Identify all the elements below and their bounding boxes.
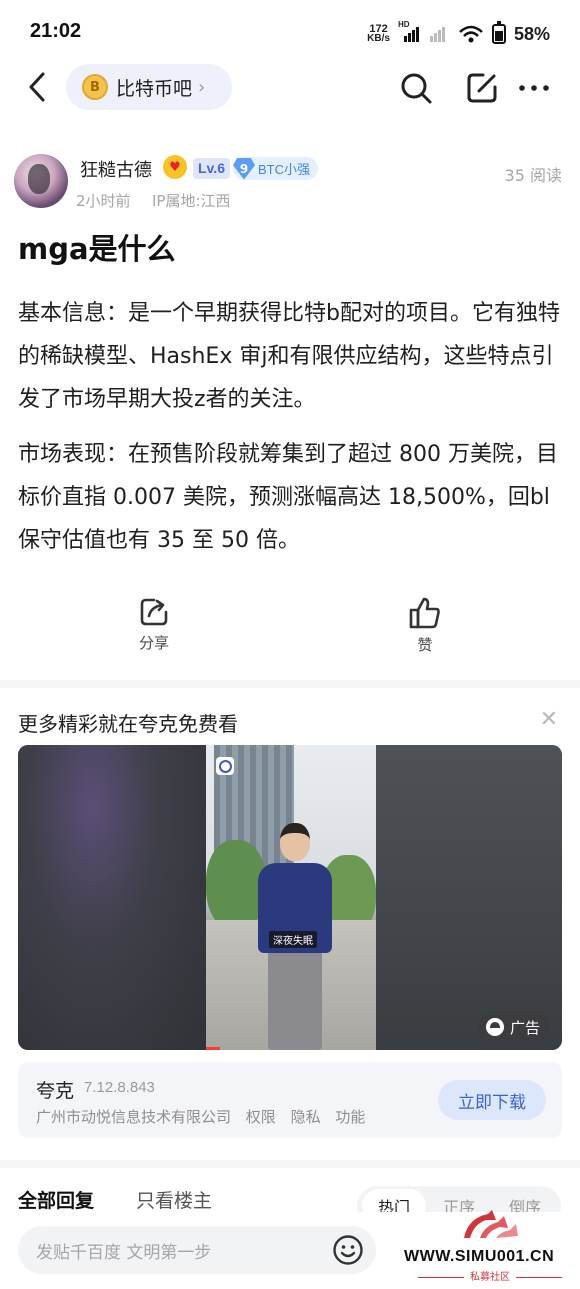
app-developer: 广州市动悦信息技术有限公司	[36, 1108, 232, 1126]
bitcoin-coin-icon: B	[82, 74, 108, 100]
back-button[interactable]	[22, 70, 52, 104]
post-title: mga是什么	[18, 232, 176, 266]
watermark-site: WWW.SIMU001.CN	[404, 1248, 555, 1265]
section-divider	[0, 680, 580, 688]
ad-close-button[interactable]: ✕	[540, 708, 558, 732]
video-blur-left	[18, 745, 206, 1050]
status-time: 21:02	[30, 20, 82, 42]
top-nav-bar: B 比特币吧 ›	[0, 64, 580, 114]
ad-app-card[interactable]: 夸克 7.12.8.843 广州市动悦信息技术有限公司 权限 隐私 功能 立即下…	[18, 1062, 562, 1138]
network-speed: 172 KB/s	[367, 24, 390, 44]
chevron-right-icon: ›	[198, 76, 206, 98]
video-caption: 深夜失眠	[269, 931, 317, 948]
like-button[interactable]: 赞	[390, 596, 460, 655]
status-bar: 21:02 172 KB/s HD 58%	[0, 0, 580, 64]
cell-signal-icon: HD	[398, 20, 420, 44]
post-paragraph: 市场表现：在预售阶段就筹集到了超过 800 万美院，目标价直指 0.007 美院…	[18, 442, 558, 553]
share-post-button[interactable]	[462, 68, 502, 108]
share-edit-icon	[467, 73, 497, 103]
search-icon	[401, 73, 432, 104]
more-icon	[519, 85, 549, 91]
reply-input[interactable]: 发贴千百度 文明第一步	[18, 1226, 376, 1274]
emoji-icon[interactable]	[332, 1234, 364, 1266]
search-button[interactable]	[396, 68, 436, 108]
wifi-icon	[459, 25, 483, 43]
video-blur-right	[376, 745, 562, 1050]
share-icon	[140, 598, 168, 626]
like-label: 赞	[417, 636, 433, 654]
back-icon	[29, 72, 45, 102]
video-frame: 深夜失眠	[206, 745, 376, 1050]
badge-name: BTC小强	[258, 162, 311, 177]
ad-title[interactable]: 更多精彩就在夸克免费看	[18, 708, 238, 737]
ad-label: 广告	[509, 1018, 540, 1037]
ip-location: IP属地:江西	[152, 192, 231, 210]
more-button[interactable]	[514, 68, 554, 108]
download-button[interactable]: 立即下载	[438, 1080, 546, 1120]
author-name[interactable]: 狂糙古德	[80, 156, 152, 182]
view-count: 35 阅读	[504, 166, 562, 185]
share-button[interactable]: 分享	[119, 596, 189, 653]
watermark-subtitle: 私募社区	[402, 1268, 578, 1283]
post-author-row: 狂糙古德 ♥ Lv.6 9 BTC小强 35 阅读 2小时前 IP属地:江西	[0, 150, 580, 214]
badge-level-icon: 9	[233, 157, 255, 180]
forum-name: 比特币吧	[116, 77, 193, 100]
watermark-logo-icon	[464, 1210, 518, 1238]
post-paragraph: 基本信息：是一个早期获得比特b配对的项目。它有独特的稀缺模型、HashEx 审j…	[18, 301, 560, 412]
tab-op-only[interactable]: 只看楼主	[136, 1186, 212, 1213]
app-meta: 广州市动悦信息技术有限公司 权限 隐私 功能	[36, 1106, 375, 1127]
video-progress-bar	[206, 1047, 220, 1050]
ad-video[interactable]: 深夜失眠 广告	[18, 745, 562, 1050]
thumbs-up-icon	[409, 597, 440, 629]
status-indicators: 172 KB/s HD 58%	[367, 20, 550, 48]
post-time: 2小时前	[76, 192, 131, 210]
tab-all-replies[interactable]: 全部回复	[18, 1186, 94, 1213]
app-privacy-link[interactable]: 隐私	[291, 1108, 321, 1126]
forum-entry-button[interactable]: B 比特币吧 ›	[66, 64, 232, 110]
avatar[interactable]	[14, 154, 68, 208]
section-divider	[0, 1160, 580, 1168]
network-speed-unit: KB/s	[367, 33, 390, 44]
battery-level: 58%	[513, 23, 550, 44]
ad-info-icon	[485, 1018, 504, 1036]
level-badge: Lv.6	[193, 158, 230, 179]
close-icon: ✕	[539, 707, 558, 732]
quark-logo-icon	[216, 757, 234, 775]
cell-signal-2-icon	[428, 24, 450, 44]
battery-icon	[491, 21, 506, 44]
share-label: 分享	[138, 634, 169, 652]
app-permissions-link[interactable]: 权限	[246, 1108, 276, 1126]
member-badge[interactable]: 9 BTC小强	[233, 157, 319, 180]
post-actions: 分享 赞	[0, 596, 580, 666]
ad-label-badge[interactable]: 广告	[477, 1012, 550, 1042]
app-version: 7.12.8.843	[84, 1079, 155, 1096]
heart-eyes-emoji-icon: ♥	[163, 155, 187, 179]
hd-label: HD	[397, 20, 410, 29]
app-name: 夸克	[36, 1080, 75, 1102]
watermark: WWW.SIMU001.CN 私募社区	[402, 1200, 578, 1286]
app-features-link[interactable]: 功能	[335, 1108, 365, 1126]
